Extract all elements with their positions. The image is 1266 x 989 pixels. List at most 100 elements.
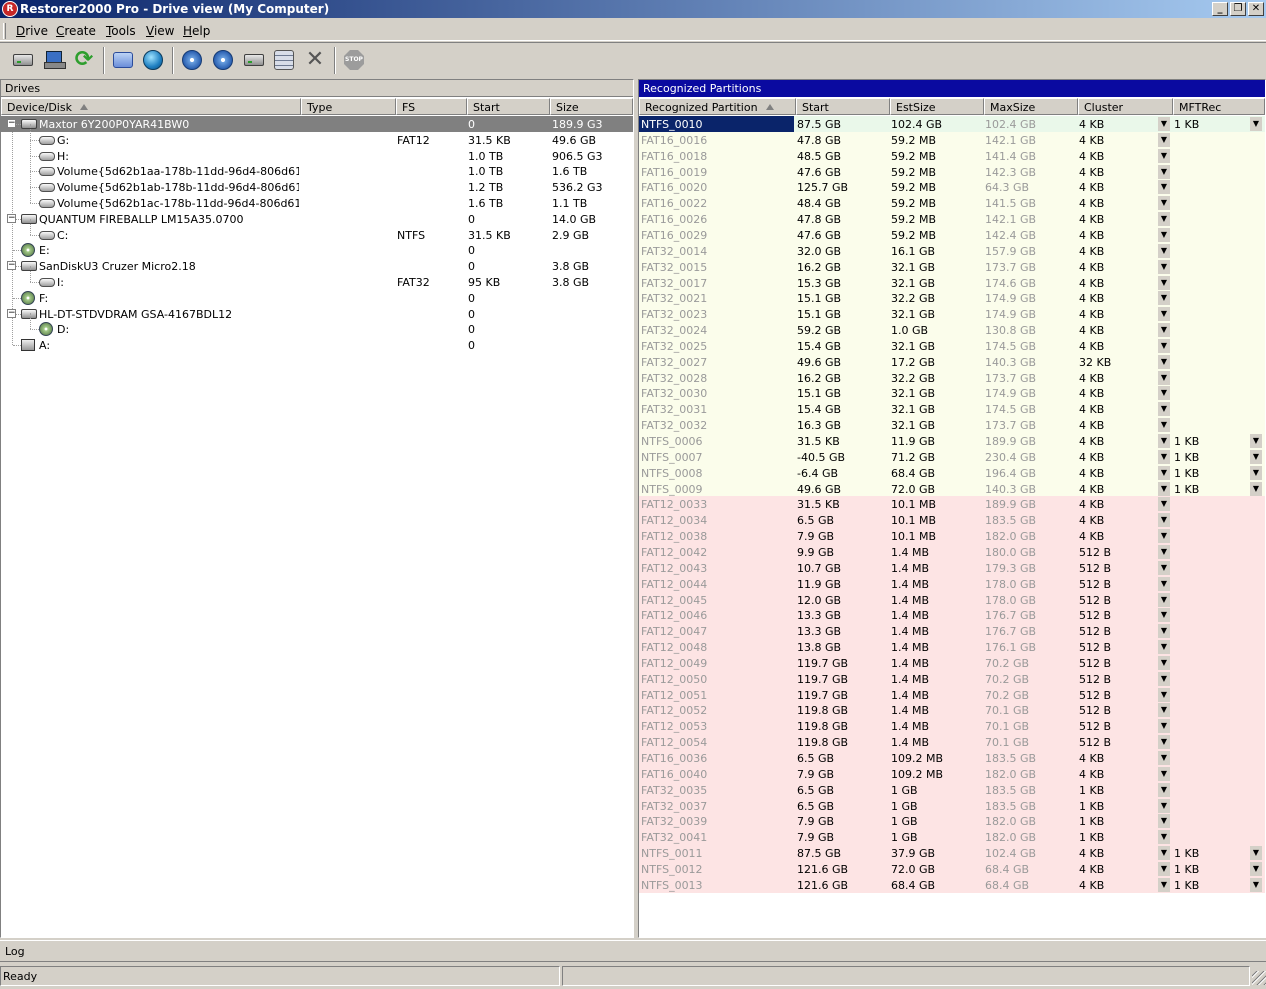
cluster-dropdown-icon[interactable]: ▼ (1158, 846, 1170, 860)
partition-row[interactable]: NTFS_0011 87.5 GB 37.9 GB 102.4 GB 4 KB 1 KB ▼… (639, 845, 1265, 861)
cluster-dropdown-icon[interactable]: ▼ (1158, 688, 1170, 702)
partition-row[interactable]: FAT16_0022 48.4 GB 59.2 MB 141.5 GB 4 KB ▼ (639, 195, 1265, 211)
cluster-dropdown-icon[interactable]: ▼ (1158, 307, 1170, 321)
close-button[interactable]: ✕ (1248, 2, 1264, 16)
partition-row[interactable]: FAT32_0032 16.3 GB 32.1 GB 173.7 GB 4 KB ▼ (639, 417, 1265, 433)
cluster-dropdown-icon[interactable]: ▼ (1158, 339, 1170, 353)
drive-tree-row[interactable]: I: FAT32 95 KB 3.8 GB (1, 266, 633, 290)
collapse-toggle-icon[interactable]: − (7, 261, 16, 270)
minimize-button[interactable]: _ (1212, 2, 1228, 16)
partition-row[interactable]: FAT32_0031 15.4 GB 32.1 GB 174.5 GB 4 KB ▼ (639, 401, 1265, 417)
menu-help[interactable]: Help (183, 24, 210, 38)
col-recognized-partition[interactable]: Recognized Partition (639, 98, 796, 115)
delete-button[interactable]: ✕ (302, 47, 328, 73)
cluster-dropdown-icon[interactable]: ▼ (1158, 767, 1170, 781)
cluster-dropdown-icon[interactable]: ▼ (1158, 513, 1170, 527)
log-panel[interactable]: Log (0, 940, 1266, 962)
cluster-dropdown-icon[interactable]: ▼ (1158, 323, 1170, 337)
cluster-dropdown-icon[interactable]: ▼ (1158, 196, 1170, 210)
partition-row[interactable]: FAT16_0040 7.9 GB 109.2 MB 182.0 GB 4 KB ▼ (639, 766, 1265, 782)
cluster-dropdown-icon[interactable]: ▼ (1158, 371, 1170, 385)
mftrec-dropdown-icon[interactable]: ▼ (1250, 846, 1262, 860)
cluster-dropdown-icon[interactable]: ▼ (1158, 497, 1170, 511)
collapse-toggle-icon[interactable]: − (7, 214, 16, 223)
col-fs[interactable]: FS (396, 98, 467, 115)
collapse-toggle-icon[interactable]: − (7, 119, 16, 128)
partition-row[interactable]: NTFS_0006 31.5 KB 11.9 GB 189.9 GB 4 KB 1 KB ▼… (639, 433, 1265, 449)
partition-row[interactable]: FAT16_0018 48.5 GB 59.2 MB 141.4 GB 4 KB ▼ (639, 148, 1265, 164)
resize-grip-icon[interactable] (1252, 971, 1266, 985)
cluster-dropdown-icon[interactable]: ▼ (1158, 402, 1170, 416)
partition-row[interactable]: FAT12_0054 119.8 GB 1.4 MB 70.1 GB 512 B ▼ (639, 734, 1265, 750)
partition-row[interactable]: FAT12_0049 119.7 GB 1.4 MB 70.2 GB 512 B ▼ (639, 655, 1265, 671)
partition-row[interactable]: FAT16_0020 125.7 GB 59.2 MB 64.3 GB 4 KB ▼ (639, 179, 1265, 195)
menu-create[interactable]: Create (56, 24, 96, 38)
drive-tree-row[interactable]: H: 1.0 TB 906.5 G3 (1, 140, 633, 164)
network-drive-button[interactable] (41, 47, 67, 73)
partition-row[interactable]: FAT12_0043 10.7 GB 1.4 MB 179.3 GB 512 B ▼ (639, 560, 1265, 576)
cluster-dropdown-icon[interactable]: ▼ (1158, 355, 1170, 369)
mftrec-dropdown-icon[interactable]: ▼ (1250, 862, 1262, 876)
col-maxsize[interactable]: MaxSize (984, 98, 1078, 115)
partition-row[interactable]: FAT32_0017 15.3 GB 32.1 GB 174.6 GB 4 KB ▼ (639, 275, 1265, 291)
cluster-dropdown-icon[interactable]: ▼ (1158, 577, 1170, 591)
partition-row[interactable]: FAT12_0042 9.9 GB 1.4 MB 180.0 GB 512 B ▼ (639, 544, 1265, 560)
drive-tree-row[interactable]: − Maxtor 6Y200P0YAR41BW0 0 189.9 G3 (1, 116, 633, 132)
drive-tree-row[interactable]: − QUANTUM FIREBALLP LM15A35.0700 0 14.0 GB (1, 211, 633, 227)
disk-scan-button[interactable] (210, 47, 236, 73)
mftrec-dropdown-icon[interactable]: ▼ (1250, 117, 1262, 131)
cluster-dropdown-icon[interactable]: ▼ (1158, 814, 1170, 828)
partition-row[interactable]: NTFS_0008 -6.4 GB 68.4 GB 196.4 GB 4 KB 1 KB ▼… (639, 465, 1265, 481)
restore-button[interactable]: ❐ (1230, 2, 1246, 16)
drive-tree-row[interactable]: − HL-DT-STDVDRAM GSA-4167BDL12 0 (1, 306, 633, 322)
cluster-dropdown-icon[interactable]: ▼ (1158, 450, 1170, 464)
cluster-dropdown-icon[interactable]: ▼ (1158, 703, 1170, 717)
mftrec-dropdown-icon[interactable]: ▼ (1250, 878, 1262, 892)
partition-row[interactable]: FAT32_0028 16.2 GB 32.2 GB 173.7 GB 4 KB ▼ (639, 370, 1265, 386)
partition-row[interactable]: FAT12_0050 119.7 GB 1.4 MB 70.2 GB 512 B ▼ (639, 671, 1265, 687)
cluster-dropdown-icon[interactable]: ▼ (1158, 830, 1170, 844)
partition-row[interactable]: NTFS_0009 49.6 GB 72.0 GB 140.3 GB 4 KB 1 KB ▼… (639, 481, 1265, 497)
partition-row[interactable]: FAT32_0024 59.2 GB 1.0 GB 130.8 GB 4 KB ▼ (639, 322, 1265, 338)
partition-row[interactable]: FAT12_0047 13.3 GB 1.4 MB 176.7 GB 512 B ▼ (639, 623, 1265, 639)
partition-row[interactable]: FAT32_0021 15.1 GB 32.2 GB 174.9 GB 4 KB ▼ (639, 290, 1265, 306)
cluster-dropdown-icon[interactable]: ▼ (1158, 260, 1170, 274)
cluster-dropdown-icon[interactable]: ▼ (1158, 608, 1170, 622)
cluster-dropdown-icon[interactable]: ▼ (1158, 386, 1170, 400)
partition-row[interactable]: FAT12_0052 119.8 GB 1.4 MB 70.1 GB 512 B ▼ (639, 702, 1265, 718)
cluster-dropdown-icon[interactable]: ▼ (1158, 117, 1170, 131)
partition-row[interactable]: FAT32_0015 16.2 GB 32.1 GB 173.7 GB 4 KB ▼ (639, 259, 1265, 275)
partition-row[interactable]: FAT12_0048 13.8 GB 1.4 MB 176.1 GB 512 B ▼ (639, 639, 1265, 655)
cluster-dropdown-icon[interactable]: ▼ (1158, 656, 1170, 670)
col-start[interactable]: Start (467, 98, 550, 115)
mftrec-dropdown-icon[interactable]: ▼ (1250, 482, 1262, 496)
drive-tree-row[interactable]: Volume{5d62b1aa-178b-11dd-96d4-806d61726… (1, 155, 633, 179)
cluster-dropdown-icon[interactable]: ▼ (1158, 434, 1170, 448)
cluster-dropdown-icon[interactable]: ▼ (1158, 418, 1170, 432)
col-cluster[interactable]: Cluster (1078, 98, 1173, 115)
partition-row[interactable]: FAT12_0033 31.5 KB 10.1 MB 189.9 GB 4 KB ▼ (639, 496, 1265, 512)
disk-image-button[interactable] (241, 47, 267, 73)
partition-row[interactable]: FAT16_0026 47.8 GB 59.2 MB 142.1 GB 4 KB ▼ (639, 211, 1265, 227)
partition-row[interactable]: FAT12_0053 119.8 GB 1.4 MB 70.1 GB 512 B ▼ (639, 718, 1265, 734)
drive-tree-row[interactable]: − SanDiskU3 Cruzer Micro2.18 0 3.8 GB (1, 258, 633, 274)
mftrec-dropdown-icon[interactable]: ▼ (1250, 450, 1262, 464)
partition-row[interactable]: FAT12_0045 12.0 GB 1.4 MB 178.0 GB 512 B ▼ (639, 592, 1265, 608)
partition-row[interactable]: FAT12_0034 6.5 GB 10.1 MB 183.5 GB 4 KB ▼ (639, 512, 1265, 528)
collapse-toggle-icon[interactable]: − (7, 309, 16, 318)
menu-tools[interactable]: Tools (106, 24, 136, 38)
menu-drive[interactable]: Drive (16, 24, 48, 38)
cluster-dropdown-icon[interactable]: ▼ (1158, 276, 1170, 290)
cluster-dropdown-icon[interactable]: ▼ (1158, 228, 1170, 242)
cluster-dropdown-icon[interactable]: ▼ (1158, 878, 1170, 892)
stack-button[interactable] (271, 47, 297, 73)
cluster-dropdown-icon[interactable]: ▼ (1158, 244, 1170, 258)
partition-row[interactable]: FAT32_0027 49.6 GB 17.2 GB 140.3 GB 32 KB ▼ (639, 354, 1265, 370)
menu-view[interactable]: View (146, 24, 174, 38)
refresh-button[interactable]: ⟳ (71, 47, 97, 73)
cluster-dropdown-icon[interactable]: ▼ (1158, 529, 1170, 543)
cluster-dropdown-icon[interactable]: ▼ (1158, 593, 1170, 607)
partition-row[interactable]: FAT32_0037 6.5 GB 1 GB 183.5 GB 1 KB ▼ (639, 798, 1265, 814)
cluster-dropdown-icon[interactable]: ▼ (1158, 291, 1170, 305)
cluster-dropdown-icon[interactable]: ▼ (1158, 624, 1170, 638)
